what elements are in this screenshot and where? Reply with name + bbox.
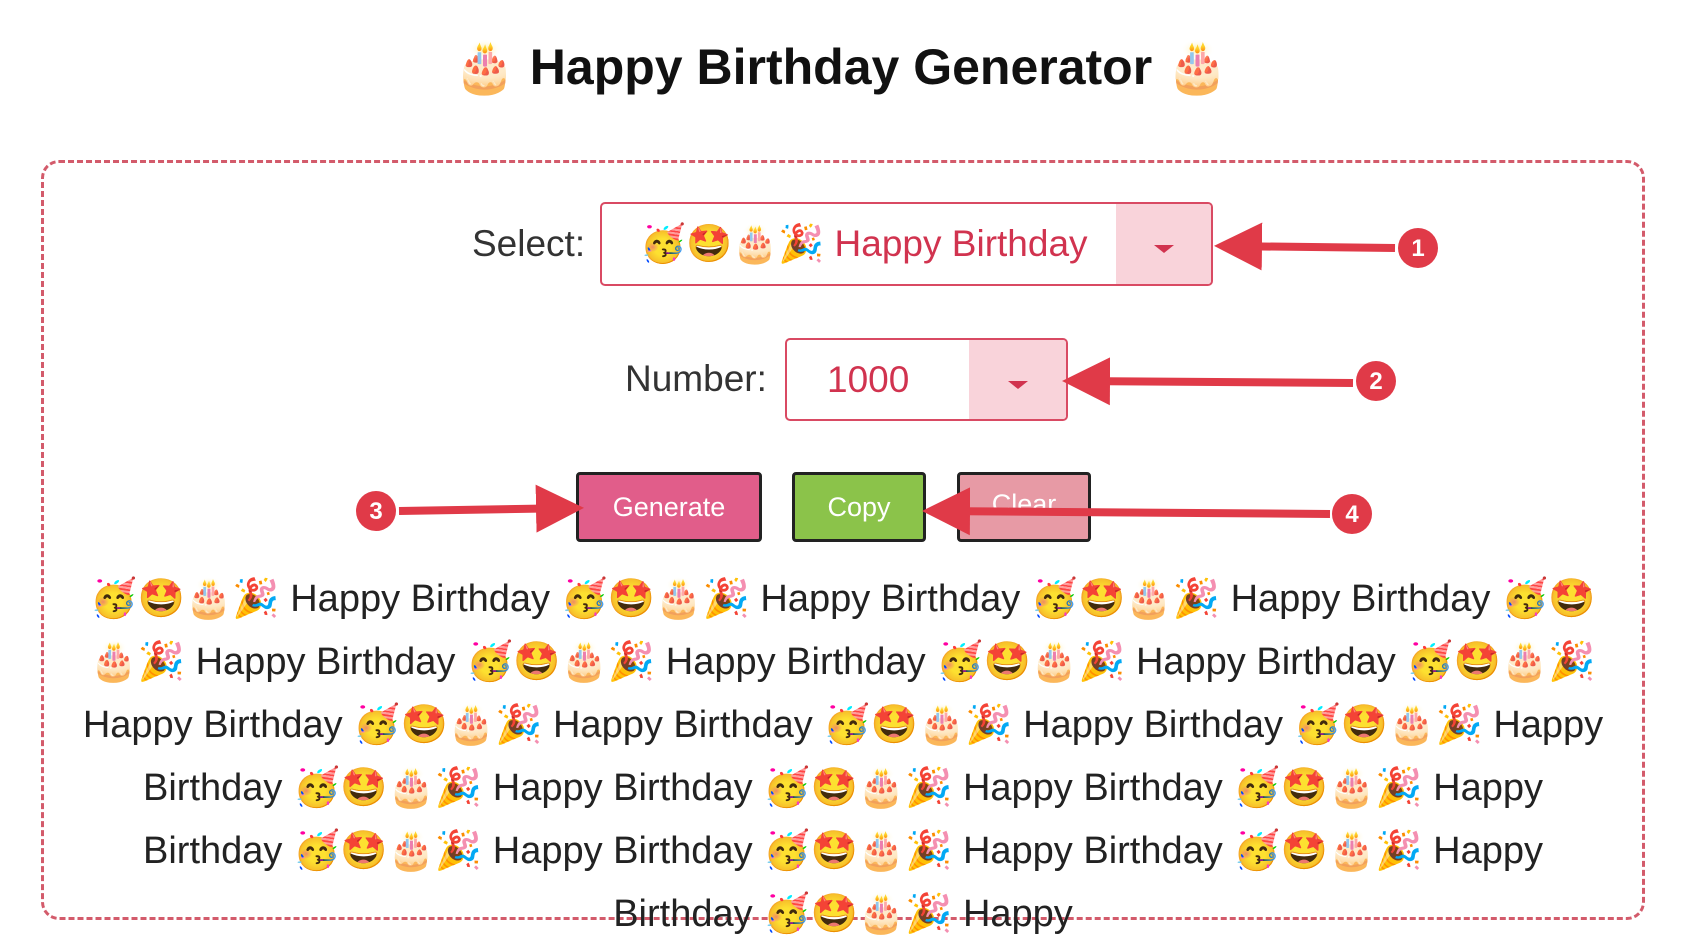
copy-button[interactable]: Copy: [792, 472, 926, 542]
chevron-down-icon[interactable]: [969, 340, 1066, 419]
number-label: Number:: [625, 358, 767, 399]
page-title: 🎂 Happy Birthday Generator 🎂: [453, 39, 1229, 95]
select-label: Select:: [472, 223, 586, 264]
generate-button[interactable]: Generate: [576, 472, 762, 542]
number-select[interactable]: 1000: [785, 338, 1068, 421]
clear-button[interactable]: Clear: [957, 472, 1091, 542]
chevron-down-icon[interactable]: [1116, 204, 1211, 284]
phrase-select-value: 🥳🤩🎂🎉 Happy Birthday: [640, 222, 1088, 264]
phrase-select[interactable]: 🥳🤩🎂🎉 Happy Birthday: [600, 202, 1213, 286]
number-select-value: 1000: [827, 358, 910, 400]
generated-output: 🥳🤩🎂🎉 Happy Birthday 🥳🤩🎂🎉 Happy Birthday …: [82, 578, 1604, 935]
